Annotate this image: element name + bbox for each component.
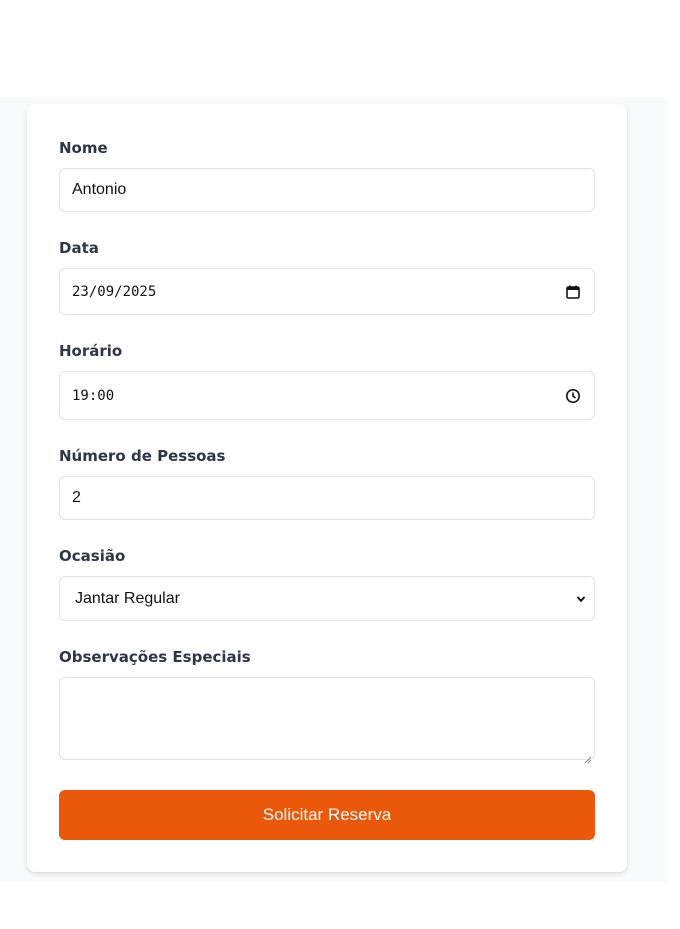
- name-input[interactable]: Antonio: [59, 168, 595, 212]
- occasion-selected-value: Jantar Regular: [75, 589, 180, 607]
- occasion-select[interactable]: Jantar Regular: [59, 576, 595, 621]
- guests-value: 2: [72, 489, 81, 506]
- chevron-down-icon[interactable]: [572, 590, 590, 608]
- name-value: Antonio: [72, 181, 127, 198]
- clock-icon[interactable]: [564, 387, 582, 405]
- time-label: Horário: [59, 342, 123, 360]
- date-label: Data: [59, 239, 99, 257]
- name-label: Nome: [59, 139, 108, 157]
- time-input[interactable]: 19:00: [59, 371, 595, 420]
- date-input[interactable]: 23/09/2025: [59, 268, 595, 315]
- notes-label: Observações Especiais: [59, 648, 251, 666]
- reservation-form: Nome Antonio Data 23/09/2025 Horário 19:…: [27, 104, 627, 872]
- submit-reservation-button[interactable]: Solicitar Reserva: [59, 790, 595, 840]
- occasion-label: Ocasião: [59, 547, 126, 565]
- guests-label: Número de Pessoas: [59, 447, 226, 465]
- notes-textarea[interactable]: [59, 677, 595, 764]
- date-value: 23/09/2025: [72, 283, 157, 300]
- time-value: 19:00: [72, 387, 115, 404]
- guests-input[interactable]: 2: [59, 476, 595, 520]
- calendar-icon[interactable]: [564, 283, 582, 301]
- resize-handle-icon[interactable]: [584, 749, 592, 764]
